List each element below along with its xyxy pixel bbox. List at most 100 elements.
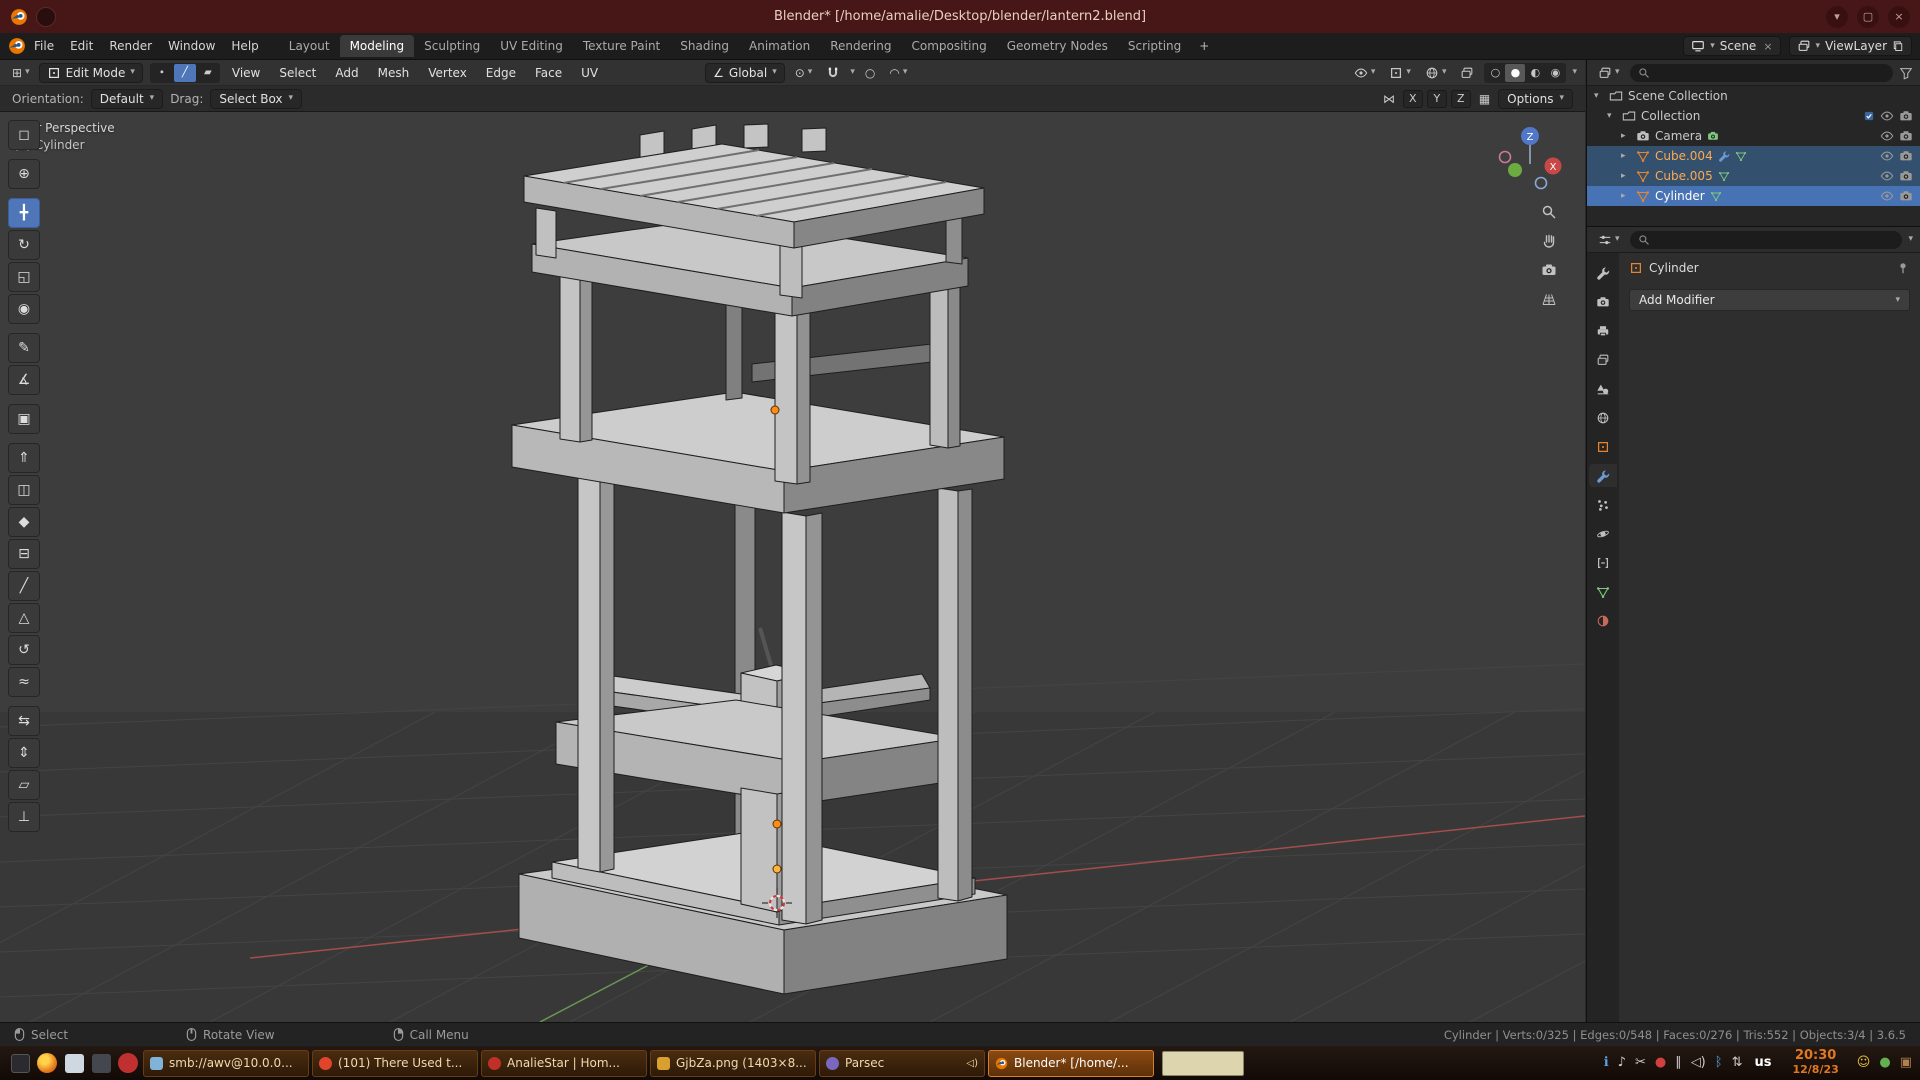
orientation-dropdown[interactable]: Default ▾ (91, 89, 163, 109)
tool-loop-cut[interactable]: ⊟ (8, 539, 40, 569)
tool-spin[interactable]: ↺ (8, 635, 40, 665)
disclosure-icon[interactable]: ▸ (1621, 171, 1631, 181)
outliner-editor-type-button[interactable]: ▾ (1594, 64, 1624, 82)
menu-help[interactable]: Help (223, 36, 266, 56)
tab-uv-editing[interactable]: UV Editing (490, 35, 573, 57)
keyboard-layout-indicator[interactable]: us (1754, 1055, 1771, 1070)
xray-toggle-button[interactable] (1456, 64, 1478, 82)
tool-rotate[interactable]: ↻ (8, 230, 40, 260)
properties-search-input[interactable] (1630, 231, 1903, 249)
outliner-row-camera[interactable]: ▸ Camera (1587, 126, 1920, 146)
outliner-row-collection[interactable]: ▾ Collection (1587, 106, 1920, 126)
tab-modifiers[interactable] (1589, 464, 1617, 487)
tab-rendering[interactable]: Rendering (820, 35, 901, 57)
hide-eye-icon[interactable] (1880, 149, 1894, 163)
tab-particles[interactable] (1589, 493, 1617, 516)
maximize-button[interactable]: ▢ (1857, 6, 1879, 28)
shading-options-chevron-icon[interactable]: ▾ (1572, 68, 1577, 77)
disclosure-icon[interactable]: ▾ (1594, 91, 1604, 101)
tray-notifier-icon[interactable]: ☺ (1857, 1055, 1871, 1070)
disclosure-icon[interactable]: ▸ (1621, 151, 1631, 161)
gizmo-negative-z[interactable] (1536, 178, 1547, 189)
disable-render-icon[interactable] (1899, 169, 1913, 183)
tool-annotate[interactable]: ✎ (8, 333, 40, 363)
tool-smooth[interactable]: ≈ (8, 667, 40, 697)
menu-mesh[interactable]: Mesh (371, 63, 417, 83)
outliner-row-cube004[interactable]: ▸ Cube.004 (1587, 146, 1920, 166)
taskbar-window-files[interactable]: smb://awv@10.0.0... (143, 1050, 309, 1077)
add-modifier-button[interactable]: Add Modifier ▾ (1629, 289, 1910, 311)
tab-compositing[interactable]: Compositing (901, 35, 996, 57)
properties-editor-type-button[interactable]: ▾ (1594, 231, 1624, 249)
vertex-select-button[interactable]: ∙ (151, 64, 173, 82)
mirror-y-button[interactable]: Y (1427, 90, 1447, 108)
tab-shading[interactable]: Shading (670, 35, 739, 57)
disable-render-icon[interactable] (1899, 189, 1913, 203)
taskbar-window-blender[interactable]: Blender* [/home/... (988, 1050, 1154, 1077)
menu-face[interactable]: Face (528, 63, 569, 83)
zoom-icon[interactable] (1541, 204, 1557, 220)
disable-render-icon[interactable] (1899, 129, 1913, 143)
menu-edit[interactable]: Edit (62, 36, 101, 56)
launcher-firefox[interactable] (35, 1051, 59, 1075)
tool-move[interactable]: ╋ (8, 198, 40, 228)
tool-add-cube[interactable]: ▣ (8, 404, 40, 434)
snap-options-chevron-icon[interactable]: ▾ (850, 68, 855, 77)
gizmo-y-axis[interactable] (1508, 163, 1522, 177)
tool-select-box[interactable]: ◻ (8, 120, 40, 150)
proportional-editing-toggle[interactable]: ○ (861, 64, 879, 82)
tab-texture-paint[interactable]: Texture Paint (573, 35, 670, 57)
mode-selector[interactable]: Edit Mode ▾ (39, 63, 143, 83)
window-titlebar[interactable]: Blender* [/home/amalie/Desktop/blender/l… (0, 0, 1920, 33)
tool-inset-faces[interactable]: ◫ (8, 475, 40, 505)
toggle-perspective-icon[interactable] (1541, 291, 1557, 307)
tray-clipboard-icon[interactable]: ▣ (1900, 1055, 1912, 1070)
tab-material[interactable] (1589, 609, 1617, 632)
add-workspace-button[interactable]: + (1191, 37, 1217, 55)
outliner-search-input[interactable] (1630, 64, 1893, 82)
3d-scene-canvas[interactable] (0, 112, 1585, 1022)
tray-media-icon[interactable]: ♪ (1618, 1055, 1626, 1070)
hide-eye-icon[interactable] (1880, 129, 1894, 143)
show-overlays-selector[interactable]: ▾ (1421, 64, 1451, 82)
menu-file[interactable]: File (26, 36, 62, 56)
menu-add[interactable]: Add (328, 63, 365, 83)
disclosure-icon[interactable]: ▾ (1607, 111, 1617, 121)
pin-icon[interactable] (1896, 261, 1910, 275)
disclosure-icon[interactable]: ▸ (1621, 191, 1631, 201)
taskbar-clock[interactable]: 20:30 12/8/23 (1792, 1049, 1838, 1077)
tool-cursor[interactable]: ⊕ (8, 159, 40, 189)
tray-screenshot-icon[interactable]: ✂ (1635, 1055, 1646, 1070)
proportional-falloff-selector[interactable]: ◠ ▾ (885, 64, 911, 82)
tab-physics[interactable] (1589, 522, 1617, 545)
face-select-button[interactable]: ▰ (197, 64, 219, 82)
tray-info-icon[interactable]: ℹ (1604, 1055, 1609, 1070)
menu-vertex[interactable]: Vertex (421, 63, 474, 83)
transform-orientation-selector[interactable]: ∠ Global ▾ (705, 63, 785, 83)
menu-select[interactable]: Select (272, 63, 323, 83)
tool-measure[interactable]: ∡ (8, 365, 40, 395)
3d-viewport[interactable]: User Perspective (1) Cylinder ◻ ⊕ ╋ ↻ ◱ … (0, 112, 1585, 1022)
taskbar-window-parsec[interactable]: Parsec ◁) (819, 1050, 985, 1077)
menu-view[interactable]: View (225, 63, 267, 83)
shade-window-button[interactable]: ▾ (1826, 6, 1848, 28)
tool-extrude-region[interactable]: ⇑ (8, 443, 40, 473)
tab-scene[interactable] (1589, 377, 1617, 400)
gizmo-z-axis[interactable]: Z (1527, 132, 1534, 143)
mirror-x-button[interactable]: X (1403, 90, 1423, 108)
tray-updates-icon[interactable]: ● (1879, 1055, 1890, 1070)
show-gizmo-selector[interactable]: ▾ (1385, 64, 1415, 82)
taskbar-window-youtube[interactable]: (101) There Used t... (312, 1050, 478, 1077)
tab-view-layer[interactable] (1589, 348, 1617, 371)
edge-select-button[interactable]: ╱ (174, 64, 196, 82)
tool-rip-region[interactable]: ⊥ (8, 802, 40, 832)
outliner-row-cube005[interactable]: ▸ Cube.005 (1587, 166, 1920, 186)
tab-layout[interactable]: Layout (279, 35, 340, 57)
menu-render[interactable]: Render (101, 36, 160, 56)
object-visibility-selector[interactable]: ▾ (1350, 64, 1380, 82)
tray-bluetooth-icon[interactable]: ᛒ (1715, 1055, 1723, 1070)
outliner-row-cylinder[interactable]: ▸ Cylinder (1587, 186, 1920, 206)
close-button[interactable]: × (1888, 6, 1910, 28)
gizmo-x-axis[interactable]: X (1550, 162, 1557, 173)
taskbar-window-analiestar[interactable]: AnalieStar | Hom... (481, 1050, 647, 1077)
